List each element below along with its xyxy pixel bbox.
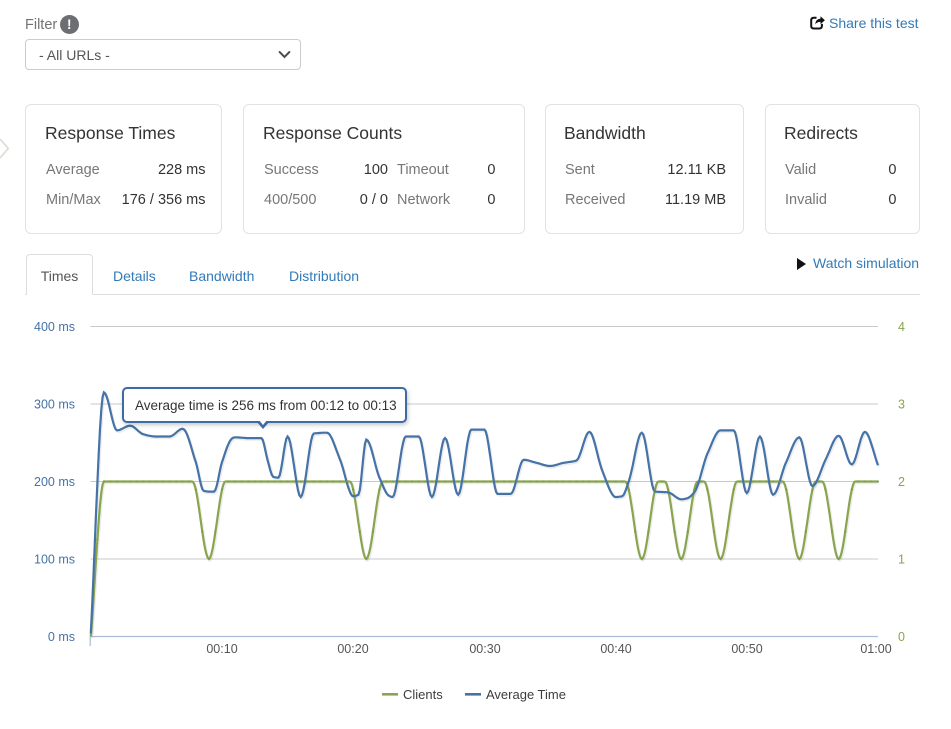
svg-text:300 ms: 300 ms	[34, 398, 75, 412]
svg-text:00:10: 00:10	[206, 642, 237, 656]
svg-text:00:50: 00:50	[731, 642, 762, 656]
svg-text:2: 2	[898, 475, 905, 489]
svg-text:0: 0	[898, 630, 905, 644]
svg-text:00:30: 00:30	[469, 642, 500, 656]
svg-text:100 ms: 100 ms	[34, 553, 75, 567]
svg-text:4: 4	[898, 320, 905, 334]
svg-text:Average Time: Average Time	[486, 687, 566, 702]
svg-text:3: 3	[898, 398, 905, 412]
svg-text:0 ms: 0 ms	[48, 630, 75, 644]
svg-text:00:20: 00:20	[337, 642, 368, 656]
svg-text:01:00: 01:00	[860, 642, 891, 656]
svg-text:400 ms: 400 ms	[34, 320, 75, 334]
svg-text:1: 1	[898, 553, 905, 567]
svg-text:Clients: Clients	[403, 687, 443, 702]
svg-text:200 ms: 200 ms	[34, 475, 75, 489]
svg-text:00:40: 00:40	[600, 642, 631, 656]
